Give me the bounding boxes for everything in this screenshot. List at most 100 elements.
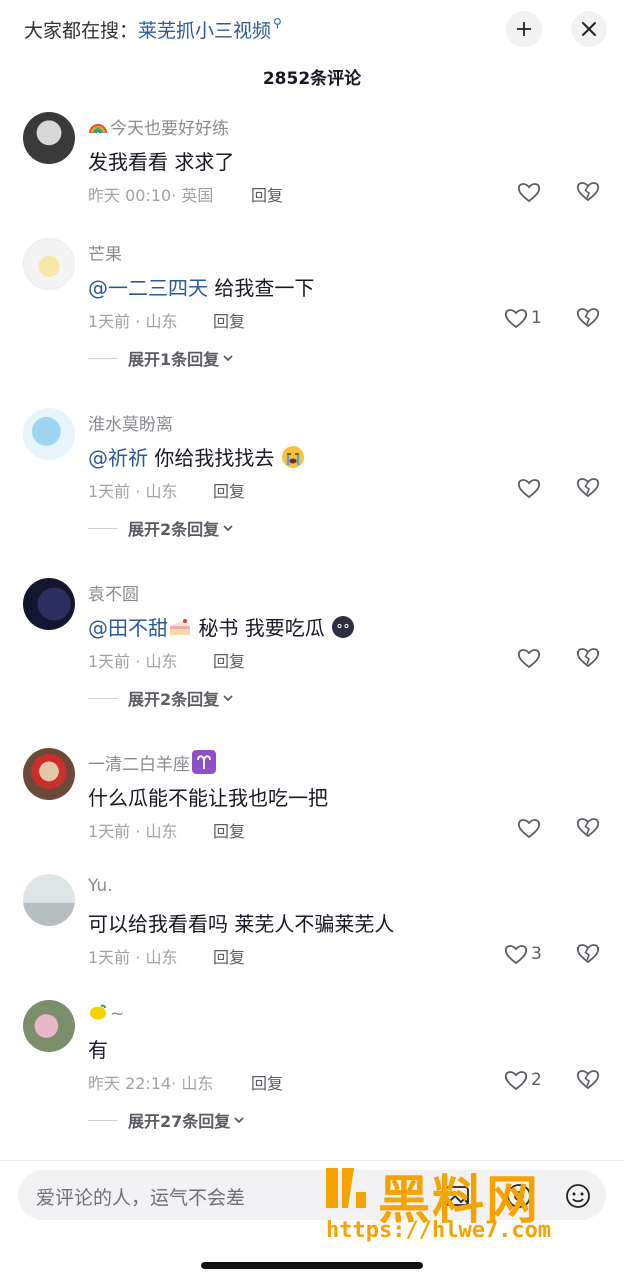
crying-emoji-icon [281, 446, 304, 468]
heart-icon [517, 649, 541, 669]
comment-username[interactable]: ~ [88, 1002, 124, 1024]
like-count: 1 [531, 308, 542, 328]
dislike-button[interactable] [575, 940, 603, 968]
expand-divider [88, 527, 118, 529]
chevron-down-icon [234, 1117, 244, 1124]
rainbow-emoji-icon [89, 124, 107, 134]
watermark: 黑料网 https://hlwe7.com [318, 1158, 618, 1252]
reply-button[interactable]: 回复 [213, 308, 245, 332]
search-suggestion-keyword[interactable]: 莱芜抓小三视频 [138, 20, 271, 42]
lemon-emoji-icon [90, 1004, 106, 1020]
avatar[interactable] [23, 1000, 75, 1052]
comment-meta: 昨天 00:10· 英国 [88, 186, 214, 205]
comment-text: 有 [88, 1038, 108, 1062]
comment-text: @祈祈 你给我找找去 [88, 442, 305, 471]
like-button[interactable] [516, 474, 542, 502]
comment-username[interactable]: Yu. [88, 876, 113, 896]
avatar[interactable] [23, 408, 75, 460]
broken-heart-icon [576, 1070, 600, 1090]
broken-heart-icon [576, 478, 600, 498]
search-suggestion-prefix: 大家都在搜： [24, 20, 139, 42]
aries-sign-icon [192, 750, 216, 774]
like-button[interactable] [516, 644, 542, 672]
mention-link[interactable]: @田不甜 [88, 616, 168, 640]
reply-button[interactable]: 回复 [213, 478, 245, 502]
top-bar: 大家都在搜：莱芜抓小三视频 ⚲ [0, 0, 624, 58]
comment-username[interactable]: 淮水莫盼离 [88, 410, 173, 435]
comment-meta: 1天前 · 山东 [88, 652, 178, 671]
broken-heart-icon [576, 648, 600, 668]
like-count: 3 [531, 944, 542, 964]
reply-button[interactable]: 回复 [213, 944, 245, 968]
like-button[interactable]: 2 [503, 1066, 542, 1094]
heart-icon [504, 1071, 528, 1091]
comment-meta: 1天前 · 山东 [88, 822, 178, 841]
comment-username[interactable]: 芒果 [88, 240, 122, 265]
like-button[interactable]: 3 [503, 940, 542, 968]
home-indicator [201, 1262, 423, 1269]
expand-replies-button[interactable]: 展开1条回复 [88, 346, 234, 370]
comment-text: @田不甜 秘书 我要吃瓜 [88, 612, 355, 641]
watermark-logo-icon [326, 1168, 366, 1208]
dislike-button[interactable] [575, 178, 603, 206]
comment-count-title: 2852条评论 [262, 69, 362, 89]
avatar[interactable] [23, 748, 75, 800]
dislike-button[interactable] [575, 474, 603, 502]
heart-icon [504, 945, 528, 965]
broken-heart-icon [576, 818, 600, 838]
expand-divider [88, 357, 118, 359]
collapse-icon [517, 22, 531, 36]
close-icon [582, 22, 596, 36]
broken-heart-icon [576, 308, 600, 328]
dark-face-emoji-icon [332, 616, 355, 638]
heart-icon [517, 819, 541, 839]
search-icon: ⚲ [273, 16, 282, 30]
chevron-down-icon [223, 695, 233, 702]
comment-meta: 1天前 · 山东 [88, 948, 178, 967]
reply-button[interactable]: 回复 [251, 1070, 283, 1094]
heart-icon [517, 479, 541, 499]
dislike-button[interactable] [575, 1066, 603, 1094]
avatar[interactable] [23, 112, 75, 164]
heart-icon [504, 309, 528, 329]
like-button[interactable]: 1 [503, 304, 542, 332]
comment-meta: 1天前 · 山东 [88, 482, 178, 501]
reply-button[interactable]: 回复 [213, 648, 245, 672]
dislike-button[interactable] [575, 304, 603, 332]
like-button[interactable] [516, 814, 542, 842]
collapse-button[interactable] [506, 11, 542, 47]
comment-username[interactable]: 一清二白羊座 [88, 750, 216, 775]
comment-username[interactable]: 袁不圆 [88, 580, 139, 605]
reply-button[interactable]: 回复 [251, 182, 283, 206]
reply-button[interactable]: 回复 [213, 818, 245, 842]
comment-text: 可以给我看看吗 莱芜人不骗莱芜人 [88, 912, 395, 936]
like-count: 2 [531, 1070, 542, 1090]
comment-username[interactable]: 今天也要好好练 [88, 114, 229, 139]
mention-link[interactable]: @一二三四天 [88, 276, 208, 300]
chevron-down-icon [223, 355, 233, 362]
comment-input-placeholder: 爱评论的人，运气不会差 [36, 1187, 246, 1209]
comment-meta: 1天前 · 山东 [88, 312, 178, 331]
mention-link[interactable]: @祈祈 [88, 446, 148, 470]
dislike-button[interactable] [575, 814, 603, 842]
expand-divider [88, 697, 118, 699]
watermark-url: https://hlwe7.com [326, 1218, 552, 1243]
comment-text: 什么瓜能不能让我也吃一把 [88, 786, 328, 810]
search-suggestion[interactable]: 大家都在搜：莱芜抓小三视频 ⚲ [24, 16, 282, 43]
comment-text: @一二三四天 给我查一下 [88, 276, 315, 300]
expand-replies-button[interactable]: 展开2条回复 [88, 516, 234, 540]
cake-emoji-icon [170, 619, 190, 635]
chevron-down-icon [223, 525, 233, 532]
broken-heart-icon [576, 944, 600, 964]
comment-meta: 昨天 22:14· 山东 [88, 1074, 214, 1093]
avatar[interactable] [23, 874, 75, 926]
like-button[interactable] [516, 178, 542, 206]
expand-replies-button[interactable]: 展开27条回复 [88, 1108, 245, 1132]
close-button[interactable] [571, 11, 607, 47]
avatar[interactable] [23, 238, 75, 290]
avatar[interactable] [23, 578, 75, 630]
expand-replies-button[interactable]: 展开2条回复 [88, 686, 234, 710]
dislike-button[interactable] [575, 644, 603, 672]
heart-icon [517, 183, 541, 203]
broken-heart-icon [576, 182, 600, 202]
